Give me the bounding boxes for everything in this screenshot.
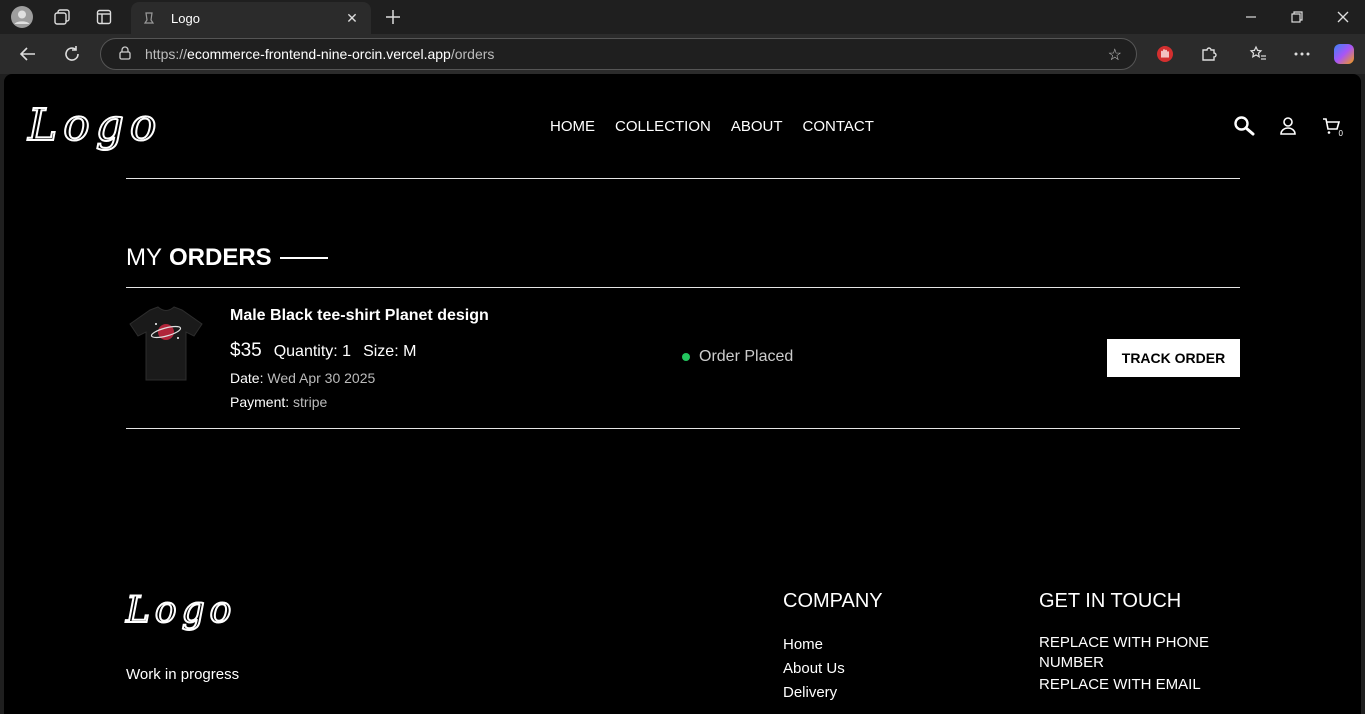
product-name: Male Black tee-shirt Planet design bbox=[230, 307, 489, 324]
nav-contact[interactable]: CONTACT bbox=[803, 118, 874, 135]
date-label: Date: bbox=[230, 370, 264, 386]
product-image bbox=[128, 304, 204, 384]
contact-phone: REPLACE WITH PHONE NUMBER bbox=[1039, 634, 1210, 671]
title-light: MY bbox=[126, 244, 162, 271]
title-rule bbox=[279, 257, 328, 259]
nav-home[interactable]: HOME bbox=[550, 118, 595, 135]
lock-icon[interactable] bbox=[119, 45, 131, 63]
title-bold: ORDERS bbox=[169, 244, 272, 271]
footer-link-delivery[interactable]: Delivery bbox=[783, 681, 883, 705]
cart-icon[interactable]: 0 bbox=[1320, 114, 1344, 138]
main-nav: HOME COLLECTION ABOUT CONTACT bbox=[550, 118, 874, 135]
adblock-extension-icon[interactable] bbox=[1153, 42, 1177, 66]
order-status: Order Placed bbox=[682, 348, 793, 366]
product-size: Size: M bbox=[363, 343, 417, 360]
close-tab-icon[interactable]: ✕ bbox=[343, 10, 361, 27]
page-title: MY ORDERS bbox=[126, 244, 328, 272]
profile-icon[interactable] bbox=[1276, 114, 1300, 138]
browser-toolbar: https://ecommerce-frontend-nine-orcin.ve… bbox=[0, 34, 1365, 74]
url-text: https://ecommerce-frontend-nine-orcin.ve… bbox=[145, 46, 494, 62]
browser-tab-bar: Logo ✕ bbox=[0, 0, 1365, 34]
footer-link-home[interactable]: Home bbox=[783, 633, 883, 657]
search-icon[interactable] bbox=[1232, 114, 1256, 138]
date-value: Wed Apr 30 2025 bbox=[267, 370, 376, 386]
refresh-icon[interactable] bbox=[60, 42, 84, 66]
nav-about[interactable]: ABOUT bbox=[731, 118, 783, 135]
payment-value: stripe bbox=[293, 394, 328, 410]
site-logo[interactable]: Logo bbox=[27, 99, 162, 152]
browser-tab[interactable]: Logo ✕ bbox=[131, 2, 371, 34]
payment-label: Payment: bbox=[230, 394, 290, 410]
nav-collection[interactable]: COLLECTION bbox=[615, 118, 711, 135]
url-host: ecommerce-frontend-nine-orcin.vercel.app bbox=[187, 46, 451, 62]
header-divider bbox=[126, 178, 1240, 179]
tab-title: Logo bbox=[171, 10, 200, 26]
url-path: /orders bbox=[450, 46, 495, 62]
footer-link-about[interactable]: About Us bbox=[783, 657, 883, 681]
order-date: Date: Wed Apr 30 2025 bbox=[230, 370, 375, 386]
new-tab-icon[interactable] bbox=[381, 5, 405, 29]
address-bar[interactable]: https://ecommerce-frontend-nine-orcin.ve… bbox=[100, 38, 1137, 70]
more-menu-icon[interactable] bbox=[1290, 42, 1314, 66]
product-quantity: Quantity: 1 bbox=[273, 343, 352, 360]
orders-bottom-divider bbox=[126, 428, 1240, 429]
favicon-icon bbox=[141, 10, 157, 26]
close-window-icon[interactable] bbox=[1320, 4, 1365, 30]
footer-logo[interactable]: Logo bbox=[125, 589, 236, 632]
company-heading: COMPANY bbox=[783, 590, 883, 612]
restore-icon[interactable] bbox=[1274, 4, 1320, 30]
status-dot-icon bbox=[682, 353, 690, 361]
copilot-icon[interactable] bbox=[1334, 44, 1354, 64]
profile-avatar-icon[interactable] bbox=[10, 5, 34, 29]
status-text: Order Placed bbox=[699, 348, 794, 365]
favorite-star-icon[interactable]: ☆ bbox=[1108, 45, 1122, 65]
url-scheme: https:// bbox=[145, 46, 188, 62]
web-page: Logo HOME COLLECTION ABOUT CONTACT 0 MY … bbox=[4, 74, 1361, 714]
product-price: $35 bbox=[230, 340, 262, 361]
collections-icon[interactable] bbox=[50, 5, 74, 29]
extensions-puzzle-icon[interactable] bbox=[1197, 42, 1221, 66]
cart-count-badge: 0 bbox=[1338, 129, 1343, 138]
track-order-button[interactable]: TRACK ORDER bbox=[1107, 339, 1240, 377]
minimize-icon[interactable] bbox=[1228, 4, 1274, 30]
contact-email: REPLACE WITH EMAIL bbox=[1039, 676, 1201, 693]
order-meta: $35 Quantity: 1 Size: M bbox=[230, 340, 416, 362]
contact-heading: GET IN TOUCH bbox=[1039, 590, 1182, 612]
favorites-icon[interactable] bbox=[1246, 42, 1270, 66]
footer-tagline: Work in progress bbox=[126, 666, 240, 683]
tab-actions-icon[interactable] bbox=[92, 5, 116, 29]
order-payment: Payment: stripe bbox=[230, 394, 327, 410]
footer-contact: GET IN TOUCH REPLACE WITH PHONE NUMBER R… bbox=[1039, 590, 1219, 697]
footer-company: COMPANY Home About Us Delivery bbox=[783, 590, 883, 705]
back-arrow-icon[interactable] bbox=[16, 42, 40, 66]
order-row: Male Black tee-shirt Planet design $35 Q… bbox=[126, 288, 1240, 428]
